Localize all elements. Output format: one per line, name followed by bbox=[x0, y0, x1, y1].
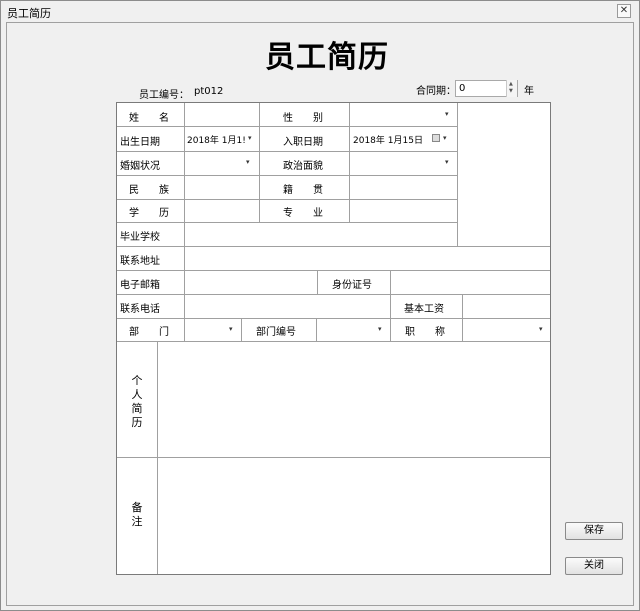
employee-id-value: pt012 bbox=[194, 86, 224, 97]
gender-select[interactable]: ▾ bbox=[350, 104, 456, 125]
department-label: 部 门 bbox=[129, 327, 169, 338]
close-window-button[interactable]: ✕ bbox=[617, 4, 631, 18]
base-salary-label: 基本工资 bbox=[404, 304, 444, 315]
email-field[interactable] bbox=[185, 271, 316, 293]
calendar-icon[interactable] bbox=[432, 134, 440, 142]
department-code-select[interactable]: ▾ bbox=[317, 319, 389, 341]
chevron-down-icon: ▾ bbox=[445, 110, 449, 118]
contract-label: 合同期： bbox=[416, 86, 456, 97]
phone-label: 联系电话 bbox=[120, 304, 160, 315]
education-label: 学 历 bbox=[129, 208, 169, 219]
id-card-label: 身份证号 bbox=[332, 280, 372, 291]
birth-date-label: 出生日期 bbox=[120, 137, 160, 148]
marital-status-label: 婚姻状况 bbox=[120, 161, 160, 172]
birth-date-value: 2018年 1月1! bbox=[187, 136, 246, 146]
job-title-select[interactable]: ▾ bbox=[463, 319, 549, 341]
chevron-down-icon: ▾ bbox=[248, 134, 252, 142]
chevron-down-icon: ▾ bbox=[246, 158, 250, 166]
graduate-school-label: 毕业学校 bbox=[120, 232, 160, 243]
job-title-label: 职 称 bbox=[405, 327, 445, 338]
address-field[interactable] bbox=[185, 247, 549, 269]
name-label: 姓 名 bbox=[129, 113, 169, 124]
ethnicity-field[interactable] bbox=[185, 176, 258, 198]
hire-date-picker[interactable]: 2018年 1月15日 ▾ bbox=[350, 127, 456, 150]
contract-unit: 年 bbox=[524, 86, 534, 97]
department-select[interactable]: ▾ bbox=[185, 319, 240, 341]
chevron-down-icon: ▾ bbox=[443, 134, 447, 142]
remarks-label: 备注 bbox=[131, 501, 143, 528]
hire-date-value: 2018年 1月15日 bbox=[353, 136, 423, 146]
birth-date-picker[interactable]: 2018年 1月1! ▾ bbox=[185, 127, 258, 150]
chevron-down-icon: ▾ bbox=[378, 325, 382, 333]
chevron-down-icon: ▾ bbox=[539, 325, 543, 333]
phone-field[interactable] bbox=[185, 295, 389, 317]
chevron-down-icon: ▾ bbox=[229, 325, 233, 333]
spin-up-icon[interactable]: ▲ bbox=[509, 82, 513, 87]
graduate-school-field[interactable] bbox=[185, 223, 456, 245]
major-label: 专 业 bbox=[283, 208, 323, 219]
email-label: 电子邮箱 bbox=[120, 280, 160, 291]
base-salary-field[interactable] bbox=[463, 295, 549, 317]
employee-id-label: 员工编号： bbox=[139, 90, 189, 101]
contract-period-value: 0 bbox=[459, 83, 466, 94]
name-field[interactable] bbox=[185, 104, 258, 125]
page-title: 员工简历 bbox=[265, 40, 389, 75]
close-button[interactable]: 关闭 bbox=[565, 557, 623, 575]
window-title: 员工简历 bbox=[7, 7, 51, 20]
political-status-select[interactable]: ▾ bbox=[350, 152, 456, 174]
personal-resume-label: 个人简历 bbox=[131, 374, 143, 429]
contract-spin-buttons[interactable]: ▲ ▼ bbox=[506, 80, 517, 97]
native-place-label: 籍 贯 bbox=[283, 185, 323, 196]
gender-label: 性 别 bbox=[283, 113, 323, 124]
education-field[interactable] bbox=[185, 200, 258, 221]
resume-form: 姓 名 性 别 ▾ 出生日期 2018年 1月1! ▾ 入职日期 2018年 1… bbox=[116, 102, 551, 575]
contract-period-stepper[interactable]: 0 ▲ ▼ bbox=[455, 80, 518, 97]
remarks-textarea[interactable] bbox=[158, 458, 550, 574]
save-button[interactable]: 保存 bbox=[565, 522, 623, 540]
ethnicity-label: 民 族 bbox=[129, 185, 169, 196]
marital-status-select[interactable]: ▾ bbox=[185, 152, 258, 174]
photo-area[interactable] bbox=[458, 104, 550, 245]
personal-resume-textarea[interactable] bbox=[158, 342, 550, 456]
title-bar: 员工简历 ✕ bbox=[1, 1, 639, 22]
hire-date-label: 入职日期 bbox=[283, 137, 323, 148]
native-place-field[interactable] bbox=[350, 176, 456, 198]
major-field[interactable] bbox=[350, 200, 456, 221]
id-card-field[interactable] bbox=[391, 271, 549, 293]
chevron-down-icon: ▾ bbox=[445, 158, 449, 166]
address-label: 联系地址 bbox=[120, 256, 160, 267]
political-status-label: 政治面貌 bbox=[283, 161, 323, 172]
spin-down-icon[interactable]: ▼ bbox=[509, 89, 513, 94]
department-code-label: 部门编号 bbox=[256, 327, 296, 338]
